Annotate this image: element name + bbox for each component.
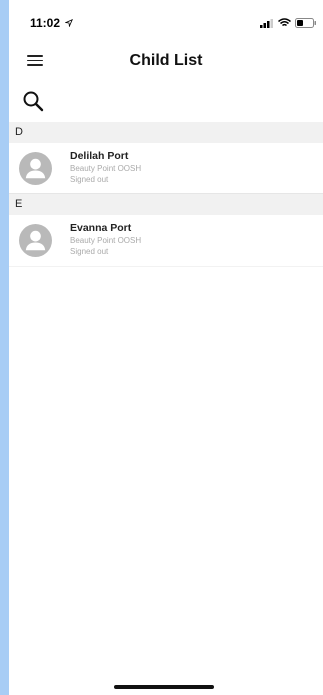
status-bar: 11:02	[9, 0, 323, 44]
wifi-icon	[278, 18, 291, 27]
section-header-d: D	[9, 122, 323, 143]
child-row-evanna-port[interactable]: Evanna Port Beauty Point OOSH Signed out	[9, 215, 323, 265]
location-arrow-icon	[64, 19, 74, 28]
child-school: Beauty Point OOSH	[70, 164, 142, 173]
section-header-e: E	[9, 194, 323, 215]
child-name: Delilah Port	[70, 150, 129, 162]
child-status: Signed out	[70, 175, 109, 184]
child-status: Signed out	[70, 247, 109, 256]
avatar-icon	[19, 152, 52, 185]
page-title: Child List	[129, 52, 203, 69]
nav-bar: Child List	[9, 44, 323, 80]
avatar-icon	[19, 224, 52, 257]
child-row-delilah-port[interactable]: Delilah Port Beauty Point OOSH Signed ou…	[9, 143, 323, 193]
row-divider	[9, 266, 323, 267]
home-indicator	[114, 685, 214, 689]
status-time: 11:02	[30, 16, 74, 30]
cellular-signal-icon	[260, 18, 273, 28]
search-icon[interactable]	[22, 90, 44, 112]
app-screen: 11:02 Child List D Delilah Port Beauty P…	[9, 0, 323, 695]
child-name: Evanna Port	[70, 222, 132, 234]
status-indicators	[260, 18, 317, 28]
battery-icon	[295, 18, 316, 28]
child-school: Beauty Point OOSH	[70, 236, 142, 245]
